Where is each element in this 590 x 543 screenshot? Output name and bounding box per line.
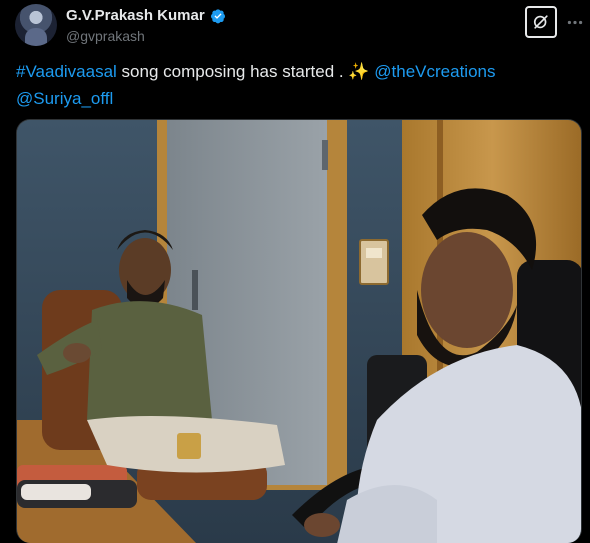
- more-options-button[interactable]: [565, 12, 585, 32]
- author-handle[interactable]: @gvprakash: [66, 28, 145, 44]
- mention-link-vcreations[interactable]: @theVcreations: [374, 62, 495, 81]
- author-display-name[interactable]: G.V.Prakash Kumar: [66, 7, 205, 24]
- photo-scene: [17, 120, 581, 543]
- mention-link-suriya[interactable]: @Suriya_offl: [16, 89, 113, 108]
- hashtag-link[interactable]: #Vaadivaasal: [16, 62, 117, 81]
- tweet-photo[interactable]: [16, 119, 582, 543]
- avatar[interactable]: [15, 4, 57, 46]
- sparkles-emoji: ✨: [348, 62, 370, 81]
- grok-button[interactable]: [525, 6, 557, 38]
- tweet-header: G.V.Prakash Kumar @gvprakash: [15, 4, 583, 48]
- tweet-body-text: song composing has started .: [116, 62, 349, 81]
- verified-badge-icon[interactable]: [210, 8, 226, 24]
- grok-icon: [533, 15, 548, 29]
- tweet-text: #Vaadivaasal song composing has started …: [16, 58, 566, 112]
- author-name-row: G.V.Prakash Kumar: [66, 7, 226, 24]
- more-options-icon: [567, 20, 583, 24]
